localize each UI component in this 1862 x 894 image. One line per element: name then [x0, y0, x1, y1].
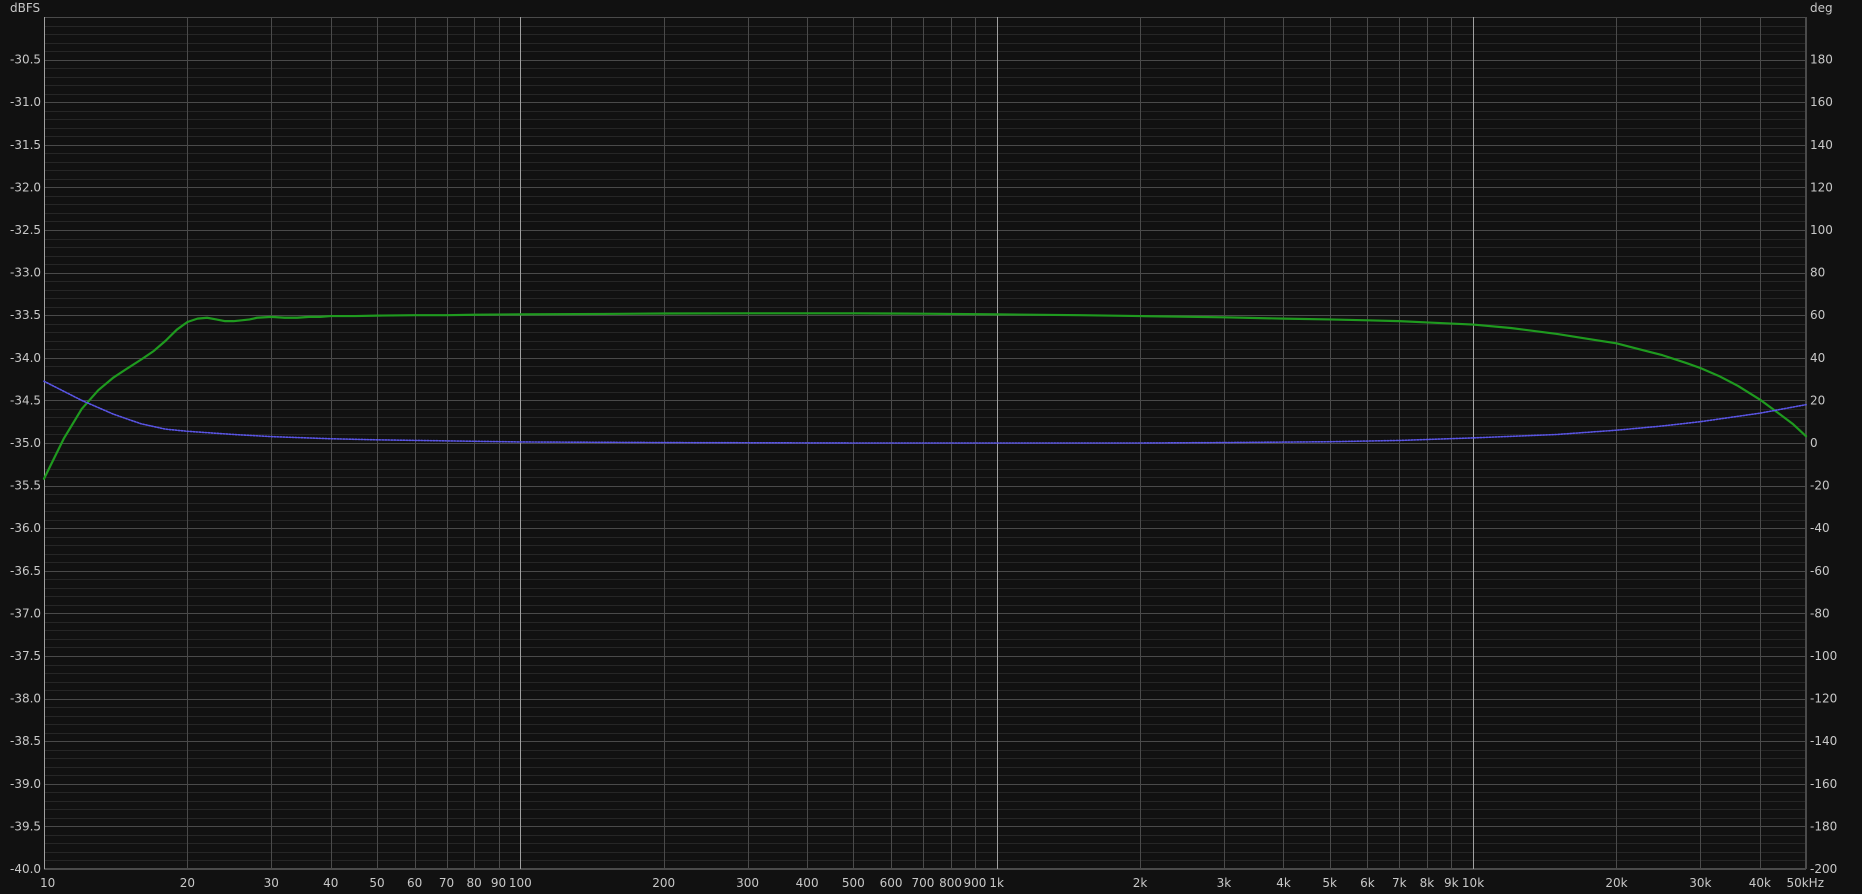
left-tick-label: -34.5 — [10, 393, 41, 407]
left-tick-label: -38.0 — [10, 692, 41, 706]
x-tick-label: 20 — [180, 876, 195, 890]
right-tick-label: 180 — [1810, 53, 1833, 67]
x-tick-label: 80 — [467, 876, 482, 890]
right-tick-label: -140 — [1810, 734, 1837, 748]
x-tick-label: 2k — [1133, 876, 1148, 890]
left-tick-label: -36.5 — [10, 564, 41, 578]
right-tick-label: 100 — [1810, 223, 1833, 237]
right-tick-label: -20 — [1810, 479, 1830, 493]
right-tick-label: 20 — [1810, 393, 1825, 407]
right-axis-unit: deg — [1810, 1, 1833, 15]
left-tick-label: -35.5 — [10, 479, 41, 493]
left-tick-label: -32.5 — [10, 223, 41, 237]
x-tick-label: 4k — [1276, 876, 1291, 890]
right-tick-label: -120 — [1810, 692, 1837, 706]
right-tick-label: 160 — [1810, 95, 1833, 109]
left-tick-label: -38.5 — [10, 734, 41, 748]
right-tick-label: -60 — [1810, 564, 1830, 578]
right-tick-label: -100 — [1810, 649, 1837, 663]
x-tick-label: 50kHz — [1786, 876, 1824, 890]
chart-background — [0, 0, 1862, 894]
right-tick-label: 0 — [1810, 436, 1818, 450]
left-tick-label: -33.5 — [10, 308, 41, 322]
right-tick-label: -80 — [1810, 606, 1830, 620]
left-tick-label: -39.5 — [10, 819, 41, 833]
frequency-response-chart: 10 20 30 40 50 60 70 80 90 100 200 300 400 500 600 700 8… — [0, 0, 1862, 894]
right-tick-label: 80 — [1810, 266, 1825, 280]
right-tick-label: -40 — [1810, 521, 1830, 535]
x-tick-label: 6k — [1360, 876, 1375, 890]
x-tick-label: 20k — [1605, 876, 1627, 890]
x-tick-label: 30 — [264, 876, 279, 890]
x-tick-label: 9k — [1444, 876, 1459, 890]
x-tick-label: 800 — [939, 876, 962, 890]
left-tick-label: -30.5 — [10, 53, 41, 67]
x-tick-label: 5k — [1322, 876, 1337, 890]
x-tick-label: 200 — [652, 876, 675, 890]
x-tick-label: 3k — [1217, 876, 1232, 890]
right-tick-label: 40 — [1810, 351, 1825, 365]
x-tick-label: 300 — [736, 876, 759, 890]
right-tick-label: 120 — [1810, 180, 1833, 194]
x-tick-label: 50 — [369, 876, 384, 890]
left-tick-label: -35.0 — [10, 436, 41, 450]
x-tick-label: 400 — [796, 876, 819, 890]
x-tick-label: 8k — [1420, 876, 1435, 890]
left-tick-label: -36.0 — [10, 521, 41, 535]
x-tick-label: 40k — [1749, 876, 1771, 890]
x-tick-label: 900 — [963, 876, 986, 890]
left-tick-label: -40.0 — [10, 862, 41, 876]
x-tick-label: 1k — [989, 876, 1004, 890]
x-tick-label: 500 — [842, 876, 865, 890]
x-tick-label: 40 — [323, 876, 338, 890]
left-tick-label: -33.0 — [10, 266, 41, 280]
x-tick-label: 100 — [509, 876, 532, 890]
x-tick-label: 7k — [1392, 876, 1407, 890]
x-tick-label: 700 — [911, 876, 934, 890]
right-tick-label: -180 — [1810, 819, 1837, 833]
x-tick-label: 60 — [407, 876, 422, 890]
left-tick-label: -32.0 — [10, 180, 41, 194]
x-tick-label: 600 — [880, 876, 903, 890]
left-axis-unit: dBFS — [10, 1, 40, 15]
right-tick-label: -200 — [1810, 862, 1837, 876]
right-tick-label: -160 — [1810, 777, 1837, 791]
left-tick-label: -31.5 — [10, 138, 41, 152]
right-tick-label: 140 — [1810, 138, 1833, 152]
x-tick-label: 10k — [1462, 876, 1484, 890]
left-tick-label: -37.0 — [10, 606, 41, 620]
x-tick-label: 70 — [439, 876, 454, 890]
x-tick-label: 30k — [1689, 876, 1711, 890]
x-tick-label: 10 — [40, 876, 55, 890]
x-tick-label: 90 — [491, 876, 506, 890]
right-tick-label: 60 — [1810, 308, 1825, 322]
left-tick-label: -34.0 — [10, 351, 41, 365]
left-tick-label: -31.0 — [10, 95, 41, 109]
left-tick-label: -39.0 — [10, 777, 41, 791]
left-tick-label: -37.5 — [10, 649, 41, 663]
